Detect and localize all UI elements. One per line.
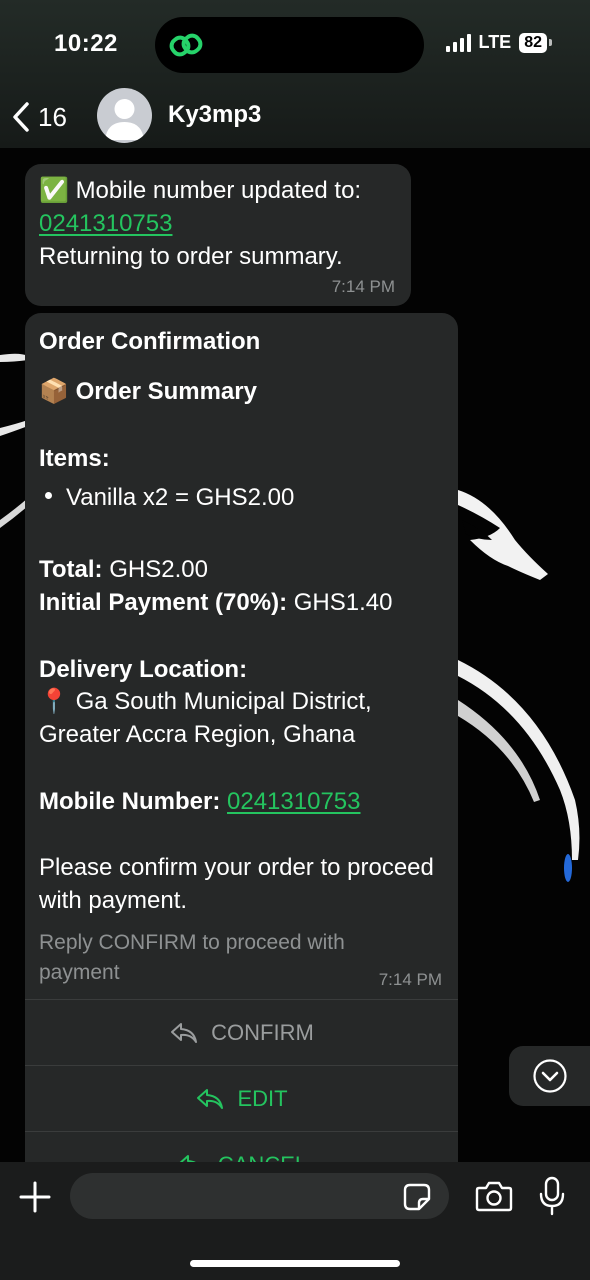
status-indicators: LTE 82 (445, 32, 552, 53)
total-label: Total: (39, 556, 103, 583)
camera-icon[interactable] (475, 1179, 513, 1213)
battery-icon: 82 (519, 32, 552, 53)
total-line: Total: GHS2.00 (39, 553, 208, 586)
message-input-bar (0, 1162, 590, 1280)
delivery-label: Delivery Location: (39, 656, 248, 683)
battery-level: 82 (519, 32, 547, 53)
order-confirmation-bubble[interactable]: Order Confirmation 📦 Order Summary Items… (25, 313, 458, 1213)
check-emoji: ✅ (39, 177, 69, 204)
edit-label: EDIT (237, 1085, 288, 1111)
signal-icon (445, 33, 471, 52)
initial-payment-line: Initial Payment (70%): GHS1.40 (39, 586, 392, 619)
delivery-location: 📍 Ga South Municipal District, Greater A… (39, 685, 439, 751)
list-item: Vanilla x2 = GHS2.00 (45, 481, 294, 514)
unread-count: 16 (38, 101, 67, 132)
initial-payment-value: GHS1.40 (293, 589, 393, 616)
order-summary-label: Order Summary (75, 378, 257, 405)
contact-name[interactable]: Ky3mp3 (168, 101, 261, 129)
phone-link[interactable]: 0241310753 (227, 788, 360, 815)
order-summary-heading: 📦 Order Summary (39, 375, 257, 408)
confirm-button[interactable]: CONFIRM (25, 999, 458, 1065)
home-indicator (190, 1260, 400, 1267)
reply-arrow-icon (197, 1088, 224, 1109)
delivery-value: Ga South Municipal District, Greater Acc… (39, 688, 372, 748)
message-footer: Reply CONFIRM to proceed with payment (39, 931, 345, 984)
order-title: Order Confirmation (39, 328, 261, 355)
sticker-icon[interactable] (402, 1182, 432, 1212)
message-line: Mobile number updated to: (75, 177, 362, 204)
network-type: LTE (478, 32, 512, 52)
mobile-label: Mobile Number: (39, 788, 221, 815)
package-emoji: 📦 (39, 378, 69, 405)
dynamic-island (155, 17, 424, 73)
mic-icon[interactable] (538, 1176, 566, 1216)
items-label: Items: (39, 445, 110, 472)
message-text: ✅ Mobile number updated to: 0241310753 R… (39, 174, 399, 273)
reply-arrow-icon (171, 1022, 198, 1043)
activity-link-icon (169, 33, 203, 57)
scroll-down-button[interactable] (509, 1046, 590, 1106)
chevron-down-icon (532, 1059, 567, 1093)
avatar[interactable] (97, 88, 152, 143)
confirm-label: CONFIRM (211, 1019, 314, 1045)
message-input[interactable] (70, 1173, 449, 1219)
item-text: Vanilla x2 = GHS2.00 (66, 484, 295, 511)
status-time: 10:22 (54, 30, 118, 57)
edit-button[interactable]: EDIT (25, 1065, 458, 1131)
message-timestamp: 7:14 PM (331, 277, 395, 296)
phone-link[interactable]: 0241310753 (39, 210, 172, 237)
back-button[interactable]: 16 (10, 96, 67, 138)
initial-payment-label: Initial Payment (70%): (39, 589, 288, 616)
message-timestamp: 7:14 PM (378, 970, 442, 989)
avatar-person-icon (105, 99, 144, 140)
total-value: GHS2.00 (109, 556, 208, 583)
mobile-number-line: Mobile Number: 0241310753 (39, 785, 361, 818)
plus-icon[interactable] (18, 1180, 52, 1214)
message-bubble[interactable]: ✅ Mobile number updated to: 0241310753 R… (25, 164, 411, 306)
chat-header: 16 Ky3mp3 (0, 88, 590, 146)
pin-emoji: 📍 (39, 688, 69, 715)
message-line: Returning to order summary. (39, 243, 343, 270)
confirm-instruction: Please confirm your order to proceed wit… (39, 854, 434, 914)
status-bar: 10:22 LTE 82 (0, 0, 590, 88)
back-chevron-icon (13, 102, 29, 132)
